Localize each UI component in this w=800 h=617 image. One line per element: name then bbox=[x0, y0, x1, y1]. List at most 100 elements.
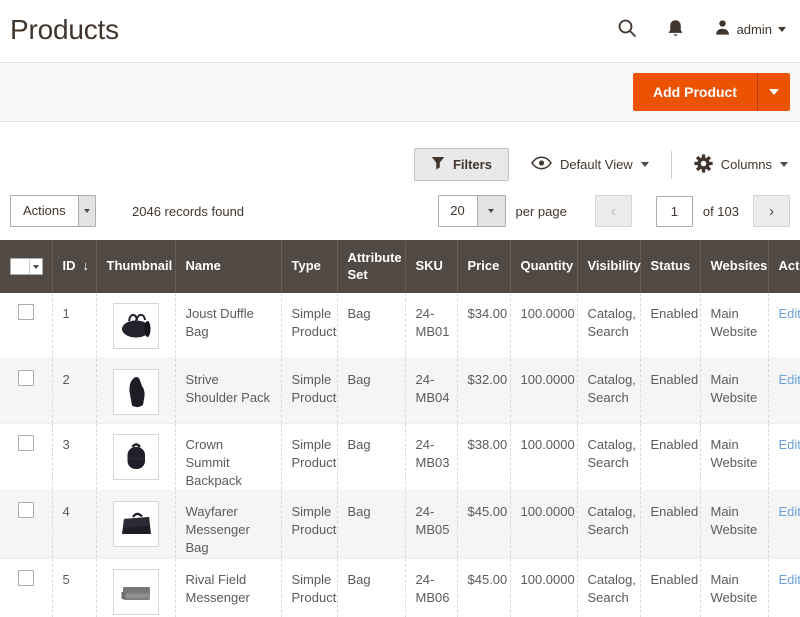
default-view-label: Default View bbox=[560, 157, 633, 172]
filters-label: Filters bbox=[453, 157, 492, 172]
column-header-type[interactable]: Type bbox=[281, 240, 337, 293]
field-messenger-thumbnail bbox=[113, 569, 159, 615]
select-all-checkbox[interactable] bbox=[10, 258, 43, 275]
per-page-select[interactable]: 20 bbox=[438, 195, 506, 227]
chevron-left-icon: ‹ bbox=[611, 204, 616, 219]
cell-quantity: 100.0000 bbox=[510, 293, 577, 358]
edit-link[interactable]: Edit bbox=[779, 504, 800, 519]
cell-status: Enabled bbox=[640, 558, 700, 617]
filters-button[interactable]: Filters bbox=[414, 148, 509, 181]
messenger-bag-thumbnail bbox=[113, 501, 159, 547]
previous-page-button[interactable]: ‹ bbox=[595, 195, 632, 227]
cell-sku: 24-MB01 bbox=[405, 293, 457, 358]
cell-quantity: 100.0000 bbox=[510, 491, 577, 559]
cell-id: 1 bbox=[52, 293, 96, 358]
cell-type: Simple Product bbox=[281, 558, 337, 617]
column-header-visibility[interactable]: Visibility bbox=[577, 240, 640, 293]
row-checkbox[interactable] bbox=[18, 304, 34, 320]
next-page-button[interactable]: › bbox=[753, 195, 790, 227]
duffle-bag-thumbnail bbox=[113, 303, 159, 349]
cell-thumbnail bbox=[96, 423, 175, 491]
chevron-down-icon bbox=[778, 27, 786, 32]
admin-menu[interactable]: admin bbox=[714, 19, 786, 41]
add-product-split-button: Add Product bbox=[633, 73, 790, 111]
mass-actions-value: Actions bbox=[11, 196, 78, 226]
cell-price: $45.00 bbox=[457, 491, 510, 559]
chevron-right-icon: › bbox=[769, 204, 774, 219]
row-select-cell bbox=[0, 423, 52, 491]
user-icon bbox=[714, 19, 731, 41]
column-header-action[interactable]: Action bbox=[768, 240, 800, 293]
column-header-websites[interactable]: Websites bbox=[700, 240, 768, 293]
cell-thumbnail bbox=[96, 491, 175, 559]
column-header-attribute-set[interactable]: Attribute Set bbox=[337, 240, 405, 293]
cell-status: Enabled bbox=[640, 491, 700, 559]
table-row: 4 Wayfarer Messenger Bag Simple Product … bbox=[0, 491, 800, 559]
chevron-down-icon bbox=[84, 209, 90, 213]
grid-view-toolbar: Filters Default View Columns bbox=[0, 148, 800, 181]
cell-thumbnail bbox=[96, 558, 175, 617]
mass-actions-select[interactable]: Actions bbox=[10, 195, 96, 227]
cell-name: Wayfarer Messenger Bag bbox=[175, 491, 281, 559]
chevron-down-icon bbox=[780, 162, 788, 167]
select-options-toggle[interactable] bbox=[29, 259, 42, 274]
edit-link[interactable]: Edit bbox=[779, 306, 800, 321]
default-view-menu[interactable]: Default View bbox=[531, 156, 649, 173]
cell-type: Simple Product bbox=[281, 293, 337, 358]
column-header-price[interactable]: Price bbox=[457, 240, 510, 293]
header-actions: admin bbox=[617, 14, 786, 41]
column-header-name[interactable]: Name bbox=[175, 240, 281, 293]
cell-price: $32.00 bbox=[457, 358, 510, 423]
row-checkbox[interactable] bbox=[18, 370, 34, 386]
gear-icon bbox=[694, 154, 713, 176]
checkbox-box bbox=[11, 259, 29, 274]
column-header-sku[interactable]: SKU bbox=[405, 240, 457, 293]
cell-action: Edit bbox=[768, 558, 800, 617]
column-header-id[interactable]: ID↓ bbox=[52, 240, 96, 293]
cell-action: Edit bbox=[768, 491, 800, 559]
row-select-cell bbox=[0, 293, 52, 358]
cell-websites: Main Website bbox=[700, 491, 768, 559]
cell-websites: Main Website bbox=[700, 423, 768, 491]
cell-attribute-set: Bag bbox=[337, 358, 405, 423]
cell-type: Simple Product bbox=[281, 423, 337, 491]
cell-thumbnail bbox=[96, 358, 175, 423]
row-checkbox[interactable] bbox=[18, 570, 34, 586]
row-checkbox[interactable] bbox=[18, 435, 34, 451]
cell-websites: Main Website bbox=[700, 558, 768, 617]
admin-username: admin bbox=[737, 22, 772, 37]
search-button[interactable] bbox=[617, 18, 637, 41]
select-arrow bbox=[477, 196, 505, 226]
cell-action: Edit bbox=[768, 423, 800, 491]
table-row: 5 Rival Field Messenger Simple Product B… bbox=[0, 558, 800, 617]
add-product-button[interactable]: Add Product bbox=[633, 73, 757, 111]
edit-link[interactable]: Edit bbox=[779, 572, 800, 587]
cell-type: Simple Product bbox=[281, 491, 337, 559]
cell-attribute-set: Bag bbox=[337, 293, 405, 358]
add-product-toggle-button[interactable] bbox=[757, 73, 790, 111]
current-page-input[interactable] bbox=[656, 196, 693, 227]
cell-attribute-set: Bag bbox=[337, 558, 405, 617]
page-actions-band: Add Product bbox=[0, 62, 800, 122]
column-header-quantity[interactable]: Quantity bbox=[510, 240, 577, 293]
row-select-cell bbox=[0, 558, 52, 617]
cell-id: 4 bbox=[52, 491, 96, 559]
column-header-thumbnail[interactable]: Thumbnail bbox=[96, 240, 175, 293]
cell-id: 5 bbox=[52, 558, 96, 617]
cell-status: Enabled bbox=[640, 358, 700, 423]
cell-name: Strive Shoulder Pack bbox=[175, 358, 281, 423]
shoulder-pack-thumbnail bbox=[113, 369, 159, 415]
notifications-button[interactable] bbox=[667, 19, 684, 41]
table-header: ID↓ Thumbnail Name Type Attribute Set SK… bbox=[0, 240, 800, 293]
per-page-value: 20 bbox=[439, 196, 477, 226]
edit-link[interactable]: Edit bbox=[779, 437, 800, 452]
columns-menu[interactable]: Columns bbox=[694, 154, 788, 176]
cell-quantity: 100.0000 bbox=[510, 558, 577, 617]
edit-link[interactable]: Edit bbox=[779, 372, 800, 387]
cell-sku: 24-MB03 bbox=[405, 423, 457, 491]
row-checkbox[interactable] bbox=[18, 502, 34, 518]
cell-id: 3 bbox=[52, 423, 96, 491]
cell-action: Edit bbox=[768, 293, 800, 358]
cell-visibility: Catalog, Search bbox=[577, 423, 640, 491]
column-header-status[interactable]: Status bbox=[640, 240, 700, 293]
